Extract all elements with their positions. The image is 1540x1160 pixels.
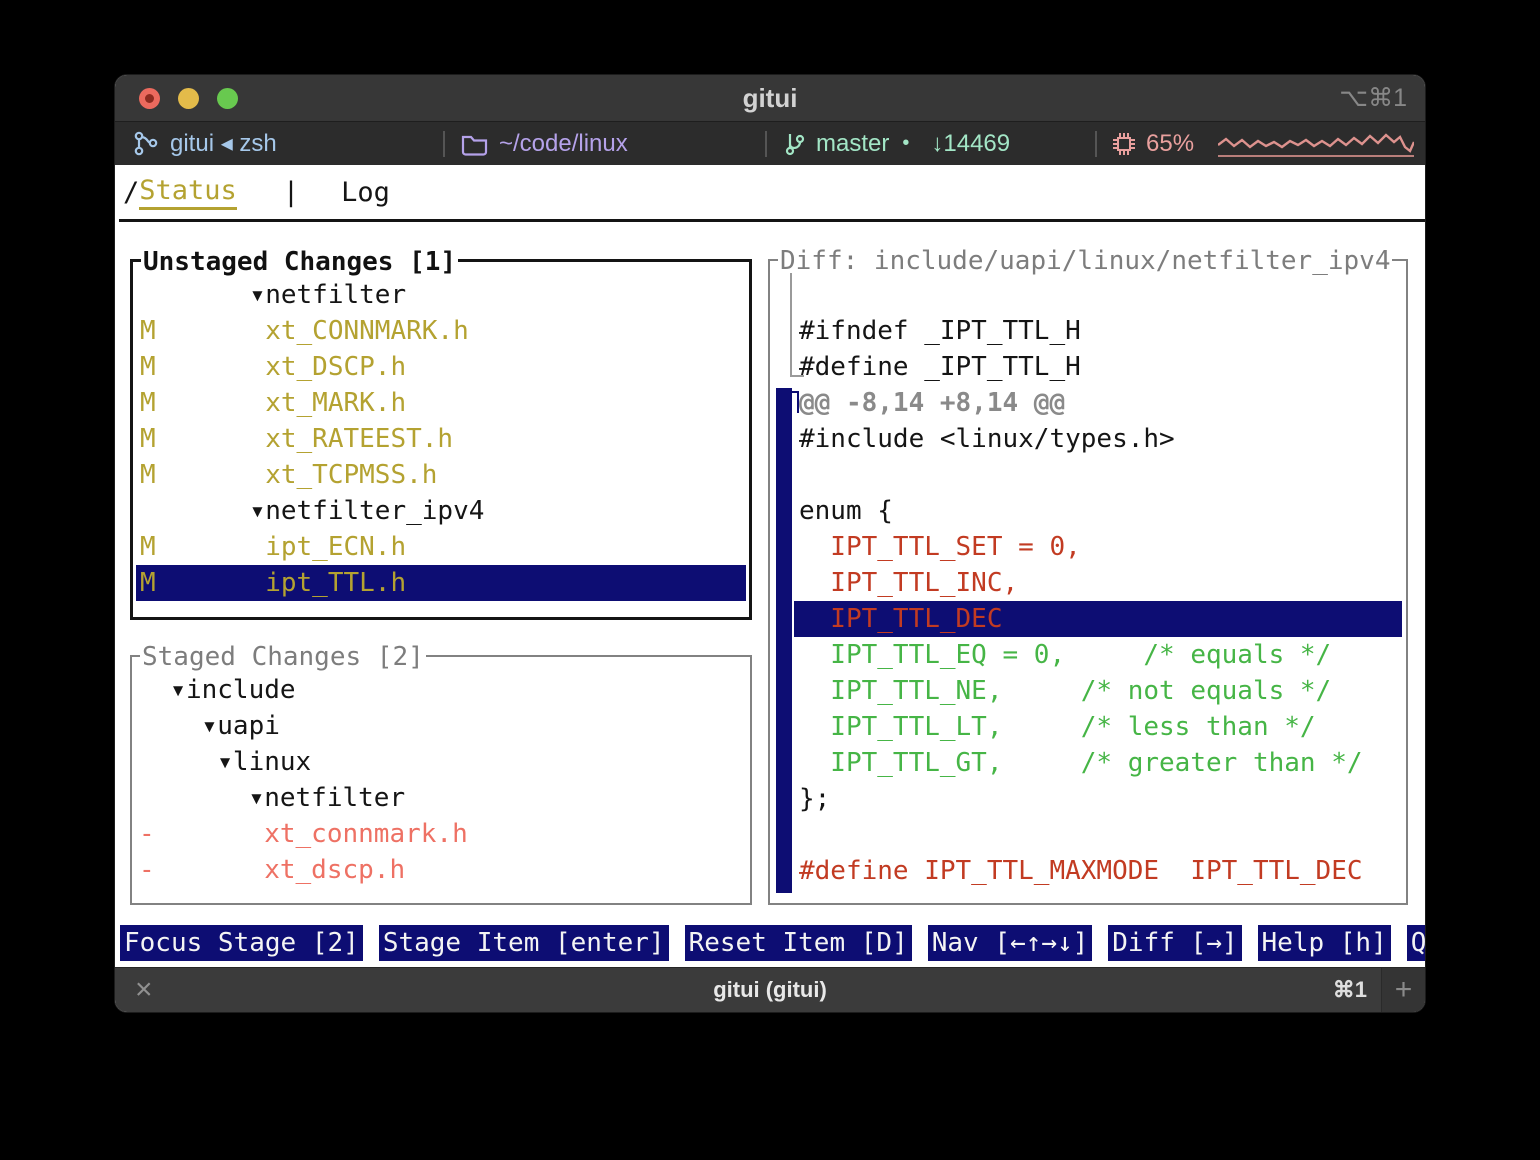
session-graph-icon <box>133 130 160 157</box>
unstaged-changes-panel: Unstaged Changes [1] ▾netfilterM xt_CONN… <box>130 259 752 620</box>
unstaged-panel-title: Unstaged Changes [1] <box>141 245 458 279</box>
file-tree-row[interactable]: ▾uapi <box>135 708 747 744</box>
tab-title[interactable]: gitui (gitui) <box>115 968 1425 1012</box>
gitui-tab-strip: /Status | Log <box>123 165 390 219</box>
cwd-segment: ~/code/linux <box>460 122 628 165</box>
diff-line[interactable]: #define _IPT_TTL_H <box>794 349 1402 385</box>
file-tree-row[interactable]: ▾netfilter <box>135 780 747 816</box>
file-tree-row[interactable]: M xt_TCPMSS.h <box>136 457 746 493</box>
behind-count: ↓14469 <box>931 130 1010 158</box>
file-tree-row[interactable]: ▾include <box>135 672 747 708</box>
diff-line[interactable]: enum { <box>794 493 1402 529</box>
tab-strip-slash: / <box>123 177 139 208</box>
file-tree-row[interactable]: - xt_connmark.h <box>135 816 747 852</box>
diff-line[interactable]: }; <box>794 781 1402 817</box>
diff-line[interactable]: @@ -8,14 +8,14 @@ <box>794 385 1402 421</box>
cpu-chip-icon <box>1110 130 1138 158</box>
diff-lines: #ifndef _IPT_TTL_H#define _IPT_TTL_H@@ -… <box>794 277 1402 889</box>
session-label: gitui ◂ zsh <box>170 129 277 158</box>
file-tree-row[interactable]: - xt_dscp.h <box>135 852 747 888</box>
staged-panel-title: Staged Changes [2] <box>140 640 426 674</box>
diff-panel-title: Diff: include/uapi/linux/netfilter_ipv4 <box>778 244 1392 278</box>
keybinding-button[interactable]: Diff [→] <box>1108 925 1241 961</box>
tab-separator: | <box>283 177 299 208</box>
tab-status[interactable]: Status <box>139 175 237 210</box>
terminal-statusbar: gitui ◂ zsh ~/code/linux master <box>115 121 1425 165</box>
diff-line[interactable]: IPT_TTL_NE, /* not equals */ <box>794 673 1402 709</box>
statusbar-separator <box>443 131 445 157</box>
file-tree-row[interactable]: M ipt_TTL.h <box>136 565 746 601</box>
cpu-percent: 65% <box>1146 130 1194 158</box>
tab-shortcut-label: ⌘1 <box>1333 968 1367 1012</box>
file-tree-row[interactable]: M xt_RATEEST.h <box>136 421 746 457</box>
titlebar: gitui ⌥⌘1 <box>115 75 1425 121</box>
desktop: gitui ⌥⌘1 gitui ◂ zsh <box>0 0 1540 1160</box>
file-tree-row[interactable]: M xt_MARK.h <box>136 385 746 421</box>
keybinding-button[interactable]: Qu <box>1407 925 1425 961</box>
branch-dirty-dot: • <box>902 132 909 155</box>
terminal-tabbar: × gitui (gitui) ⌘1 + <box>115 967 1425 1012</box>
diff-line[interactable]: IPT_TTL_EQ = 0, /* equals */ <box>794 637 1402 673</box>
file-tree-row[interactable]: ▾linux <box>135 744 747 780</box>
diff-panel: Diff: include/uapi/linux/netfilter_ipv4 … <box>768 259 1408 905</box>
staged-changes-panel: Staged Changes [2] ▾include ▾uapi ▾linux… <box>130 655 752 905</box>
git-branch-icon <box>783 130 807 158</box>
keybinding-button[interactable]: Nav [←↑→↓] <box>928 925 1093 961</box>
staged-file-tree: ▾include ▾uapi ▾linux ▾netfilter- xt_con… <box>135 672 747 888</box>
statusbar-separator <box>1095 131 1097 157</box>
diff-line[interactable]: IPT_TTL_DEC <box>794 601 1402 637</box>
tab-log[interactable]: Log <box>341 177 390 208</box>
diff-line[interactable] <box>794 817 1402 853</box>
branch-name: master <box>816 130 889 158</box>
diff-line[interactable]: IPT_TTL_SET = 0, <box>794 529 1402 565</box>
keybinding-button[interactable]: Focus Stage [2] <box>120 925 363 961</box>
file-tree-row[interactable]: M ipt_ECN.h <box>136 529 746 565</box>
gitui-content: /Status | Log Unstaged Changes [1] ▾netf… <box>115 165 1425 967</box>
git-segment: master • ↓14469 <box>783 122 1010 165</box>
folder-icon <box>460 131 489 157</box>
statusbar-separator <box>765 131 767 157</box>
diff-line[interactable]: #ifndef _IPT_TTL_H <box>794 313 1402 349</box>
diff-line[interactable]: IPT_TTL_INC, <box>794 565 1402 601</box>
window-title: gitui <box>115 75 1425 121</box>
diff-line[interactable]: IPT_TTL_GT, /* greater than */ <box>794 745 1402 781</box>
file-tree-row[interactable]: M xt_DSCP.h <box>136 349 746 385</box>
diff-line[interactable]: #include <linux/types.h> <box>794 421 1402 457</box>
keybinding-button[interactable]: Reset Item [D] <box>685 925 912 961</box>
new-tab-button[interactable]: + <box>1381 968 1425 1012</box>
window-shortcut-label: ⌥⌘1 <box>1339 75 1407 121</box>
diff-line[interactable]: #define IPT_TTL_MAXMODE IPT_TTL_DEC <box>794 853 1402 889</box>
file-tree-row[interactable]: ▾netfilter <box>136 277 746 313</box>
file-tree-row[interactable]: M xt_CONNMARK.h <box>136 313 746 349</box>
unstaged-file-tree: ▾netfilterM xt_CONNMARK.hM xt_DSCP.hM xt… <box>136 277 746 601</box>
hunk-2-selected-bar <box>776 388 792 893</box>
diff-line[interactable] <box>794 277 1402 313</box>
keybinding-button[interactable]: Stage Item [enter] <box>379 925 669 961</box>
cpu-sparkline-icon <box>1218 130 1414 158</box>
tab-strip-rule <box>119 219 1425 222</box>
keybinding-button[interactable]: Help [h] <box>1258 925 1391 961</box>
session-segment: gitui ◂ zsh <box>133 122 277 165</box>
terminal-window: gitui ⌥⌘1 gitui ◂ zsh <box>115 75 1425 1012</box>
diff-line[interactable] <box>794 457 1402 493</box>
file-tree-row[interactable]: ▾netfilter_ipv4 <box>136 493 746 529</box>
diff-line[interactable]: IPT_TTL_LT, /* less than */ <box>794 709 1402 745</box>
keybinding-bar: Focus Stage [2] Stage Item [enter] Reset I… <box>120 925 1425 961</box>
cpu-segment: 65% <box>1110 122 1414 165</box>
cwd-path: ~/code/linux <box>499 130 628 158</box>
